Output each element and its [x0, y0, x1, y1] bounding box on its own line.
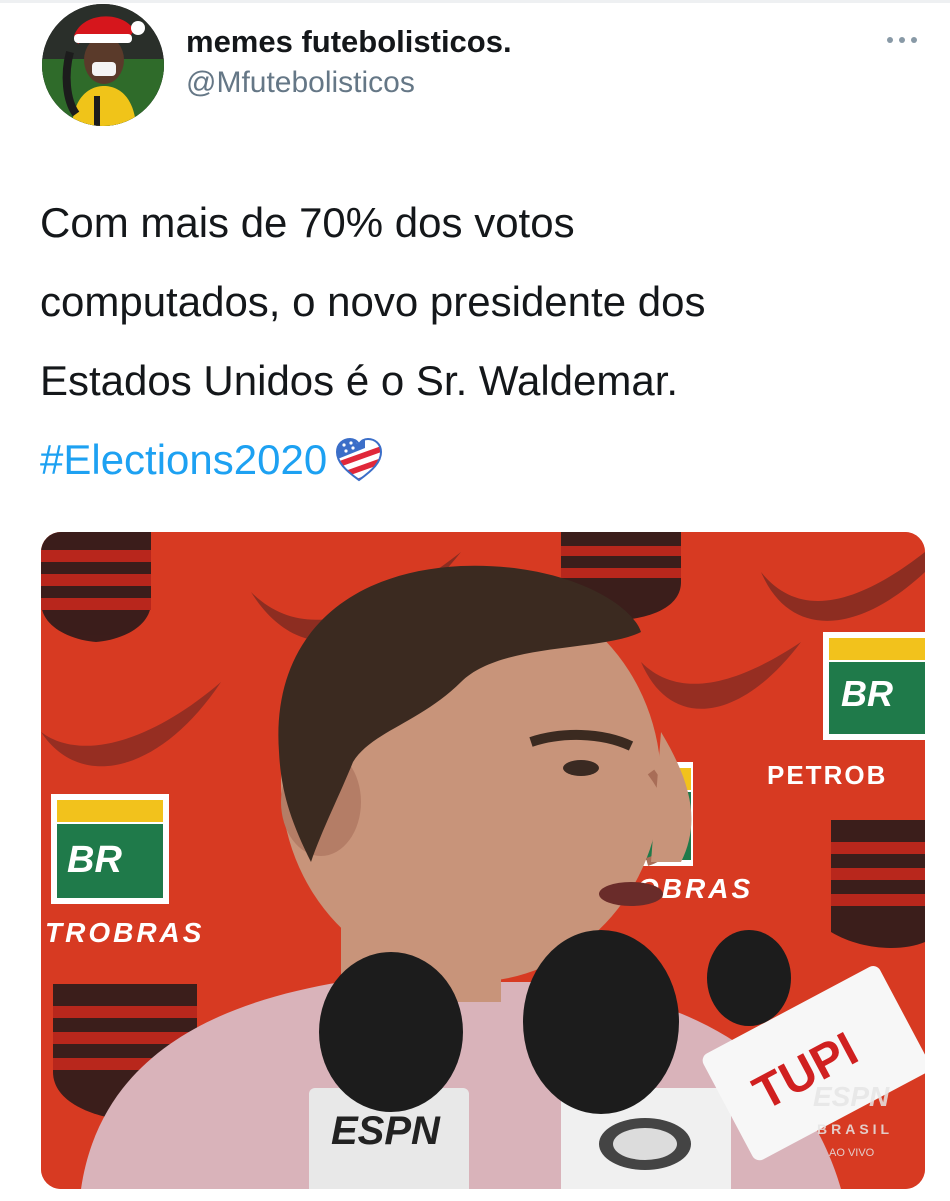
author-handle[interactable]: @Mfutebolisticos [186, 66, 415, 100]
more-dot-icon [887, 37, 893, 43]
tweet-media-photo[interactable]: BR BR PETROB TROBRAS OBRAS ESPN TUPI ESP… [41, 532, 925, 1189]
svg-text:BR: BR [67, 839, 122, 881]
author-avatar[interactable] [42, 4, 164, 126]
sponsor-logo-br: BR [51, 794, 169, 904]
svg-text:ESPN: ESPN [331, 1109, 441, 1153]
more-dot-icon [911, 37, 917, 43]
club-shield [41, 532, 151, 642]
tweet-text-line: Estados Unidos é o Sr. Waldemar. [40, 357, 679, 404]
top-divider [0, 0, 950, 3]
flag-heart-icon [335, 428, 383, 507]
svg-text:BR: BR [841, 673, 893, 714]
sponsor-text: PETROB [767, 760, 887, 790]
sponsor-text: TROBRAS [45, 917, 204, 948]
more-options-button[interactable] [876, 24, 928, 56]
hashtag-link[interactable]: #Elections2020 [40, 436, 327, 483]
press-conference-photo: BR BR PETROB TROBRAS OBRAS ESPN TUPI ESP… [41, 532, 925, 1189]
tweet-text-line: Com mais de 70% dos votos [40, 199, 575, 246]
espn-watermark: ESPN [813, 1081, 890, 1112]
tweet-text: Com mais de 70% dos votos computados, o … [40, 183, 920, 507]
author-display-name[interactable]: memes futebolisticos. [186, 24, 512, 60]
svg-text:AO VIVO: AO VIVO [829, 1147, 875, 1159]
more-dot-icon [899, 37, 905, 43]
tweet-text-line: computados, o novo presidente dos [40, 278, 706, 325]
microphone-espn: ESPN [309, 952, 469, 1189]
svg-text:BRASIL: BRASIL [817, 1121, 893, 1137]
avatar-image [42, 4, 164, 126]
